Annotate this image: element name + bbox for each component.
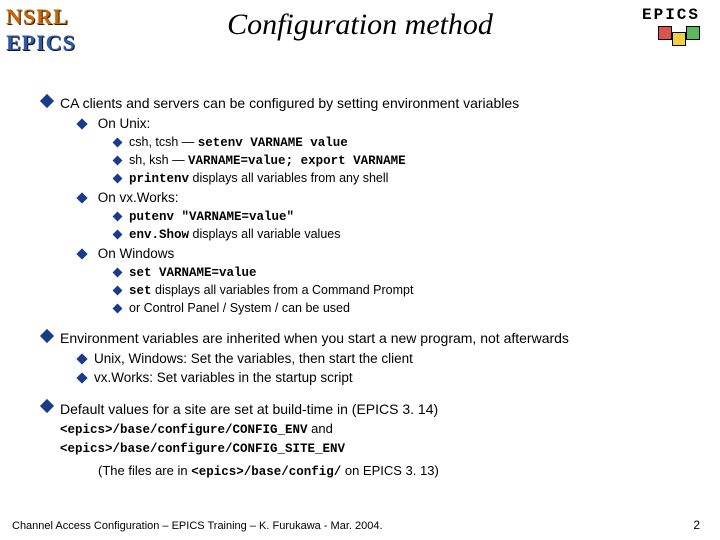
sub-head: On Unix: <box>98 116 151 131</box>
item-text: and <box>308 421 333 436</box>
path-code: <epics>/base/config/ <box>191 465 341 479</box>
item-text: vx.Works: Set variables in the startup s… <box>94 370 353 385</box>
list-item: printenv displays all variables from any… <box>114 170 700 188</box>
list-item: csh, tcsh — setenv VARNAME value <box>114 134 700 152</box>
item-text: Unix, Windows: Set the variables, then s… <box>94 351 413 366</box>
sub-vxworks: On vx.Works: putenv "VARNAME=value" env.… <box>78 189 700 244</box>
corner-epics-label: EPICS <box>642 6 700 24</box>
note-text: (The files are in <box>98 463 191 478</box>
item-text: sh, ksh — <box>129 153 188 167</box>
item-code: env.Show <box>129 228 189 242</box>
epics-logo-icon <box>658 26 700 40</box>
bullet-inherit: Environment variables are inherited when… <box>42 327 700 388</box>
diamond-bullet-icon <box>40 399 54 413</box>
path-code: <epics>/base/configure/CONFIG_SITE_ENV <box>60 442 345 456</box>
slide-title-text: Configuration method <box>227 8 493 41</box>
list-item: set VARNAME=value <box>114 264 700 282</box>
item-code: set <box>129 284 152 298</box>
bullet-text: CA clients and servers can be configured… <box>60 94 700 113</box>
diamond-bullet-icon <box>76 372 87 383</box>
sub-unix: On Unix: csh, tcsh — setenv VARNAME valu… <box>78 115 700 188</box>
list-item: Unix, Windows: Set the variables, then s… <box>78 350 700 368</box>
diamond-bullet-icon <box>76 192 87 203</box>
item-text: csh, tcsh — <box>129 135 198 149</box>
diamond-bullet-icon <box>113 230 123 240</box>
item-code: set VARNAME=value <box>129 266 257 280</box>
slide-footer: Channel Access Configuration – EPICS Tra… <box>12 520 383 532</box>
item-text: displays all variable values <box>189 227 340 241</box>
list-item: putenv "VARNAME=value" <box>114 208 700 226</box>
diamond-bullet-icon <box>113 303 123 313</box>
item-code: putenv "VARNAME=value" <box>129 210 294 224</box>
diamond-bullet-icon <box>40 329 54 343</box>
page-number: 2 <box>693 518 700 532</box>
item-code: setenv VARNAME value <box>198 136 348 150</box>
item-code: VARNAME=value; export VARNAME <box>188 154 406 168</box>
list-item: or Control Panel / System / can be used <box>114 300 700 317</box>
diamond-bullet-icon <box>113 286 123 296</box>
diamond-bullet-icon <box>113 138 123 148</box>
diamond-bullet-icon <box>76 118 87 129</box>
list-item: env.Show displays all variable values <box>114 226 700 244</box>
item-text: displays all variables from any shell <box>189 171 388 185</box>
sub-head: On Windows <box>98 246 175 261</box>
list-item: sh, ksh — VARNAME=value; export VARNAME <box>114 152 700 170</box>
bullet-config-vars: CA clients and servers can be configured… <box>42 92 700 317</box>
diamond-bullet-icon <box>113 268 123 278</box>
sub-head: On vx.Works: <box>98 190 179 205</box>
diamond-bullet-icon <box>76 353 87 364</box>
bullet-text: Default values for a site are set at bui… <box>60 400 700 419</box>
sub-windows: On Windows set VARNAME=value set display… <box>78 245 700 317</box>
diamond-bullet-icon <box>40 94 54 108</box>
bullet-defaults: Default values for a site are set at bui… <box>42 397 700 481</box>
item-code: printenv <box>129 172 189 186</box>
slide-body: CA clients and servers can be configured… <box>42 92 700 491</box>
diamond-bullet-icon <box>113 174 123 184</box>
diamond-bullet-icon <box>76 248 87 259</box>
note-text: on EPICS 3. 13) <box>341 463 439 478</box>
slide-title: Configuration method <box>0 8 720 42</box>
path-code: <epics>/base/configure/CONFIG_ENV <box>60 423 308 437</box>
item-text: or Control Panel / System / can be used <box>129 301 350 315</box>
diamond-bullet-icon <box>113 156 123 166</box>
item-text: displays all variables from a Command Pr… <box>152 283 414 297</box>
diamond-bullet-icon <box>113 212 123 222</box>
bullet-text: Environment variables are inherited when… <box>60 329 700 348</box>
list-item: vx.Works: Set variables in the startup s… <box>78 369 700 387</box>
list-item: set displays all variables from a Comman… <box>114 282 700 300</box>
